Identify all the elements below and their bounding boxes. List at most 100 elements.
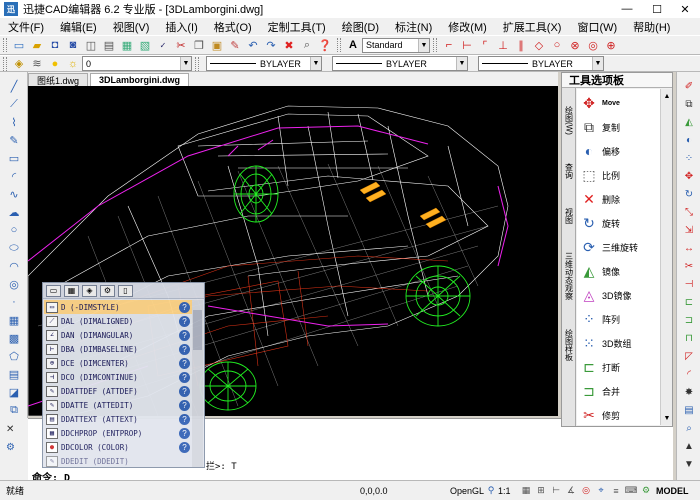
linetype-select[interactable]: BYLAYER ▼ [206, 56, 322, 71]
menu-insert[interactable]: 插入(I) [157, 19, 205, 35]
status-opengl[interactable]: OpenGL [450, 486, 484, 496]
autocomplete-scrollbar[interactable] [192, 300, 203, 467]
layer-select[interactable]: 0 ▼ [82, 56, 192, 71]
palette-tab-query[interactable]: 查询 [563, 150, 575, 192]
workspace-icon[interactable]: ⚙ [640, 485, 652, 497]
menu-format[interactable]: 格式(O) [206, 19, 260, 35]
grid-view-icon[interactable]: ▦ [64, 284, 79, 297]
close-button[interactable]: ✕ [670, 0, 700, 18]
menu-modify[interactable]: 修改(M) [440, 19, 495, 35]
palette-scrollbar[interactable]: ▲ ▼ [660, 89, 672, 425]
save-icon[interactable]: ◘ [47, 37, 63, 53]
new-file-icon[interactable]: ▭ [11, 37, 27, 53]
menu-view[interactable]: 视图(V) [105, 19, 158, 35]
ellipse-icon[interactable]: ⬭ [5, 240, 23, 256]
menu-tools[interactable]: 定制工具(T) [260, 19, 334, 35]
menu-dimension[interactable]: 标注(N) [387, 19, 440, 35]
palette-item-move[interactable]: ✥ Move [579, 91, 659, 115]
redo-icon[interactable]: ↷ [263, 37, 279, 53]
autocomplete-item[interactable]: ✎ DDATTDEF (ATTDEF) [44, 384, 192, 398]
pin-icon[interactable]: ▯ [118, 284, 133, 297]
object-snap-icon[interactable]: ◎ [580, 485, 592, 497]
lightbulb-icon[interactable]: ● [47, 56, 63, 72]
insert-block-icon[interactable]: ⧉ [5, 402, 23, 418]
sun-icon[interactable]: ☼ [65, 56, 81, 72]
palette-item-array[interactable]: ⁘ 阵列 [579, 307, 659, 331]
minimize-button[interactable]: — [612, 0, 642, 18]
toolbar-grip[interactable] [337, 38, 341, 52]
help-icon[interactable]: ? [179, 414, 190, 425]
scroll-up-icon[interactable]: ▲ [681, 438, 697, 454]
break-at-point-icon[interactable]: ⊏ [681, 294, 697, 310]
status-model[interactable]: MODEL [656, 486, 689, 496]
close-icon[interactable]: ✕ [6, 424, 22, 438]
text-style-select[interactable]: Standard ▼ [362, 37, 430, 53]
tab-drawing1[interactable]: 图纸1.dwg [28, 73, 89, 86]
scroll-up-icon[interactable]: ▲ [662, 90, 672, 102]
scroll-down-icon[interactable]: ▼ [681, 456, 697, 472]
toolbar-grip[interactable] [3, 56, 7, 71]
autocomplete-item[interactable]: ∠ DAN (DIMANGULAR) [44, 328, 192, 342]
palette-item-offset[interactable]: ◐ 偏移 [579, 139, 659, 163]
spell-check-icon[interactable]: ✓ [155, 37, 171, 53]
menu-extensions[interactable]: 扩展工具(X) [495, 19, 570, 35]
break-icon[interactable]: ⊐ [681, 312, 697, 328]
circle-snap-icon[interactable]: ○ [549, 37, 565, 53]
status-scale[interactable]: 1:1 [498, 486, 511, 496]
help-icon[interactable]: ? [179, 302, 190, 313]
offset-icon[interactable]: ◐ [681, 132, 697, 148]
scroll-down-icon[interactable]: ▼ [662, 412, 672, 424]
help-icon[interactable]: ? [179, 316, 190, 327]
layer-state-icon[interactable]: ≋ [29, 56, 45, 72]
autocomplete-item[interactable]: ✎ DDEDIT (DDEDIT) [44, 454, 192, 468]
scale-icon[interactable]: ⤡ [681, 204, 697, 220]
palette-item-copy[interactable]: ⧉ 复制 [579, 115, 659, 139]
text-style-icon[interactable]: A [345, 37, 361, 53]
polar-icon[interactable]: ⌜ [477, 37, 493, 53]
menu-draw[interactable]: 绘图(D) [334, 19, 387, 35]
properties-icon[interactable]: ▤ [681, 402, 697, 418]
print-icon[interactable]: ▤ [101, 37, 117, 53]
pencil-icon[interactable]: ✎ [5, 132, 23, 148]
point-icon[interactable]: · [5, 294, 23, 310]
region-icon[interactable]: ⬠ [5, 348, 23, 364]
table-icon[interactable]: ▤ [5, 366, 23, 382]
grid-icon[interactable]: ▦ [520, 485, 532, 497]
menu-file[interactable]: 文件(F) [0, 19, 52, 35]
fillet-icon[interactable]: ◜ [681, 366, 697, 382]
help-icon[interactable]: ? [179, 330, 190, 341]
autocomplete-item[interactable]: ▭ D (-DIMSTYLE) [44, 300, 192, 314]
toolbar-grip[interactable] [195, 56, 199, 71]
annotation-scale-icon[interactable]: ⚲ [485, 485, 497, 497]
undo-icon[interactable]: ↶ [245, 37, 261, 53]
palette-item-scale[interactable]: ⬚ 比例 [579, 163, 659, 187]
gradient-icon[interactable]: ▩ [5, 330, 23, 346]
polar-mode-icon[interactable]: ∡ [565, 485, 577, 497]
stretch-icon[interactable]: ⇲ [681, 222, 697, 238]
palette-item-join[interactable]: ⊐ 合并 [579, 379, 659, 403]
plot-icon[interactable]: ▦ [119, 37, 135, 53]
help-icon[interactable]: ? [179, 442, 190, 453]
autocomplete-item[interactable]: ⊣ DCO (DIMCONTINUE) [44, 370, 192, 384]
center-snap-icon[interactable]: ⊗ [567, 37, 583, 53]
palette-item-delete[interactable]: ✕ 删除 [579, 187, 659, 211]
palette-item-trim[interactable]: ✂ 修剪 [579, 403, 659, 427]
print-preview-icon[interactable]: ◫ [83, 37, 99, 53]
palette-item-rotate[interactable]: ↻ 旋转 [579, 211, 659, 235]
palette-item-mirror[interactable]: ◭ 镜像 [579, 259, 659, 283]
scrollbar-thumb[interactable] [193, 310, 202, 350]
explode-icon[interactable]: ✸ [681, 384, 697, 400]
rectangle-icon[interactable]: ▭ [5, 150, 23, 166]
block-icon[interactable]: ◪ [5, 384, 23, 400]
publish-icon[interactable]: ▧ [137, 37, 153, 53]
autocomplete-item[interactable]: ✎ DDATTE (ATTEDIT) [44, 398, 192, 412]
menu-help[interactable]: 帮助(H) [625, 19, 678, 35]
autocomplete-item[interactable]: ▦ DDCHPROP (ENTPROP) [44, 426, 192, 440]
palette-tab-draw[interactable]: 绘图(W) [563, 92, 575, 148]
menu-window[interactable]: 窗口(W) [569, 19, 625, 35]
list-view-icon[interactable]: ▭ [46, 284, 61, 297]
settings-icon[interactable]: ⚙ [100, 284, 115, 297]
object-track-icon[interactable]: ⌖ [595, 485, 607, 497]
erase-icon[interactable]: ✖ [281, 37, 297, 53]
help-icon[interactable]: ? [179, 344, 190, 355]
